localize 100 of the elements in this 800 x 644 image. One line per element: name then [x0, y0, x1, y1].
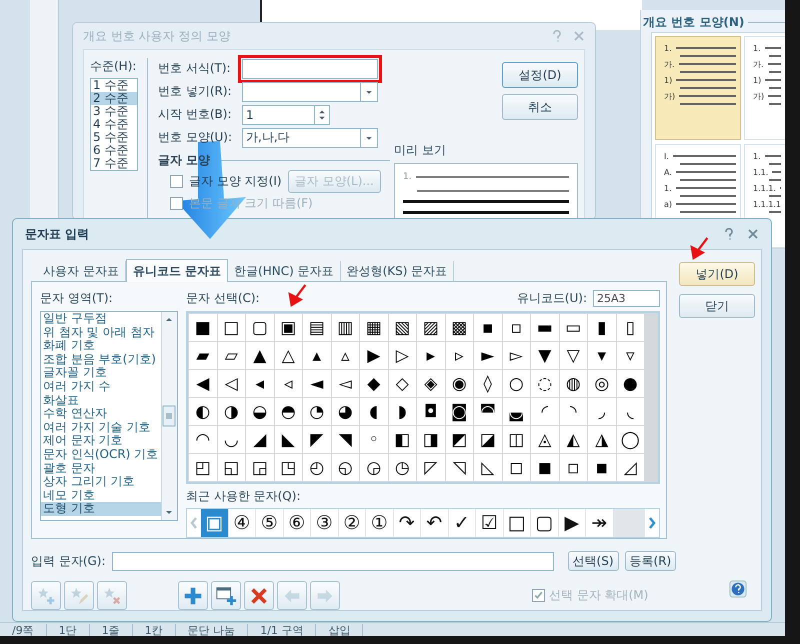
character-cell[interactable]: ■	[189, 314, 216, 341]
character-cell[interactable]: ◚	[474, 398, 502, 425]
recent-character-cell[interactable]: ▶	[558, 509, 585, 537]
dialog-button[interactable]: 취소	[502, 94, 578, 120]
area-list-item[interactable]: 화살표	[41, 394, 161, 408]
character-cell[interactable]: ◣	[274, 426, 302, 453]
character-cell[interactable]: ◞	[588, 398, 616, 425]
character-cell[interactable]: ▾	[588, 342, 616, 369]
character-cell[interactable]: ▣	[274, 314, 302, 341]
character-cell[interactable]: ◵	[332, 454, 359, 481]
character-cell[interactable]: ◡	[218, 426, 245, 453]
dialog-button[interactable]: 설정(D)	[502, 62, 578, 88]
character-cell[interactable]: ▥	[332, 314, 359, 341]
format-input-field[interactable]	[242, 58, 378, 78]
input-action-button[interactable]: 등록(R)	[624, 551, 676, 571]
level-item[interactable]: 6 수준	[91, 144, 137, 157]
character-cell[interactable]: ►	[474, 342, 502, 369]
character-cell[interactable]: ◕	[332, 398, 359, 425]
input-action-button[interactable]: 선택(S)	[568, 551, 619, 571]
recent-character-cell[interactable]: ↠	[586, 509, 612, 537]
character-cell[interactable]: ▿	[616, 342, 644, 369]
character-cell[interactable]: ▷	[388, 342, 416, 369]
help-icon[interactable]	[729, 580, 747, 598]
area-list-item[interactable]: 괄호 문자	[41, 462, 161, 476]
recent-character-cell[interactable]: ▣	[201, 509, 228, 537]
dropdown-field[interactable]	[242, 82, 378, 102]
dialog-button[interactable]: 닫기	[679, 294, 755, 318]
character-cell[interactable]: ◉	[446, 370, 473, 397]
level-item[interactable]: 7 수준	[91, 157, 137, 170]
character-cell[interactable]: ▧	[388, 314, 416, 341]
recent-character-cell[interactable]: ④	[228, 509, 255, 537]
recent-character-cell[interactable]: ③	[311, 509, 338, 537]
character-cell[interactable]: ◂	[246, 370, 274, 397]
area-list-item[interactable]: 수학 연산자	[41, 407, 161, 421]
character-cell[interactable]: ▨	[417, 314, 444, 341]
area-list-item[interactable]: 네모 기호	[41, 488, 161, 502]
area-list-item[interactable]: 여러 가지 기술 기호	[41, 420, 161, 434]
character-cell[interactable]: ▼	[531, 342, 558, 369]
close-icon[interactable]	[573, 30, 585, 42]
character-cell[interactable]: ▹	[446, 342, 473, 369]
character-cell[interactable]: ◜	[531, 398, 558, 425]
character-cell[interactable]: ◓	[274, 398, 302, 425]
character-cell[interactable]: ◿	[616, 454, 644, 481]
character-cell[interactable]: ◝	[560, 398, 587, 425]
area-list-item[interactable]: 일반 구두점	[41, 312, 161, 326]
area-list-item[interactable]: 위 첨자 및 아래 첨자	[41, 326, 161, 340]
area-list-item[interactable]: 상자 그리기 기호	[41, 475, 161, 489]
recent-character-cell[interactable]: ⑥	[284, 509, 310, 537]
recent-character-cell[interactable]: ↶	[421, 509, 448, 537]
character-cell[interactable]: ◐	[189, 398, 216, 425]
character-cell[interactable]: ◸	[417, 454, 444, 481]
area-list-item[interactable]: 여러 가지 수	[41, 380, 161, 394]
level-item[interactable]: 5 수준	[91, 131, 137, 144]
character-cell[interactable]: ▩	[446, 314, 473, 341]
character-cell[interactable]: ▯	[616, 314, 644, 341]
character-cell[interactable]: ◈	[417, 370, 444, 397]
character-cell[interactable]: ◨	[417, 426, 444, 453]
area-list-item[interactable]: 글자꼴 기호	[41, 366, 161, 380]
recent-character-cell[interactable]: ▢	[531, 509, 558, 537]
scroll-thumb-icon[interactable]	[162, 405, 176, 427]
character-cell[interactable]: △	[274, 342, 302, 369]
character-cell[interactable]: ◮	[588, 426, 616, 453]
character-cell[interactable]: ◩	[446, 426, 473, 453]
level-item[interactable]: 1 수준	[91, 79, 137, 92]
character-cell[interactable]: ◌	[531, 370, 558, 397]
character-cell[interactable]: ▬	[531, 314, 558, 341]
recent-character-cell[interactable]: ②	[338, 509, 365, 537]
character-cell[interactable]: ◰	[189, 454, 216, 481]
close-icon[interactable]	[747, 228, 759, 240]
character-cell[interactable]: ◬	[531, 426, 558, 453]
checkbox[interactable]	[170, 196, 184, 210]
character-cell[interactable]: ◠	[189, 426, 216, 453]
character-cell[interactable]: ▽	[560, 342, 587, 369]
character-cell[interactable]: ▻	[502, 342, 530, 369]
character-cell[interactable]: ◥	[332, 426, 359, 453]
numbering-style-tile[interactable]: 1. 가. 1) 가)	[744, 36, 785, 140]
recent-character-cell[interactable]: □	[504, 509, 530, 537]
level-item[interactable]: 2 수준	[91, 92, 137, 105]
area-list-item[interactable]: 도형 기호	[41, 502, 161, 516]
character-cell[interactable]: ○	[502, 370, 530, 397]
input-characters-field[interactable]	[112, 552, 554, 570]
character-cell[interactable]: ◛	[502, 398, 530, 425]
area-list-item[interactable]: 화폐 기호	[41, 339, 161, 353]
character-cell[interactable]: □	[218, 314, 245, 341]
character-cell[interactable]: ◟	[616, 398, 644, 425]
level-item[interactable]: 3 수준	[91, 105, 137, 118]
character-cell[interactable]: ▰	[189, 342, 216, 369]
character-cell[interactable]: ◪	[474, 426, 502, 453]
character-cell[interactable]: ◾	[588, 454, 616, 481]
level-list[interactable]: 1 수준 2 수준 3 수준 4 수준 5 수준 6 수준 7 수준	[90, 78, 138, 171]
tab[interactable]: 유니코드 문자표	[126, 259, 228, 282]
character-cell[interactable]: ▴	[303, 342, 330, 369]
dropdown-field[interactable]: 가,나,다	[242, 128, 378, 148]
recent-character-cell[interactable]: ✓	[448, 509, 475, 537]
recent-character-cell[interactable]: ⑤	[256, 509, 282, 537]
character-cell[interactable]: ▭	[560, 314, 587, 341]
character-cell[interactable]: ◑	[218, 398, 245, 425]
toolbar-button[interactable]	[178, 581, 208, 610]
character-cell[interactable]: ◧	[388, 426, 416, 453]
character-cell[interactable]: ◽	[560, 454, 587, 481]
